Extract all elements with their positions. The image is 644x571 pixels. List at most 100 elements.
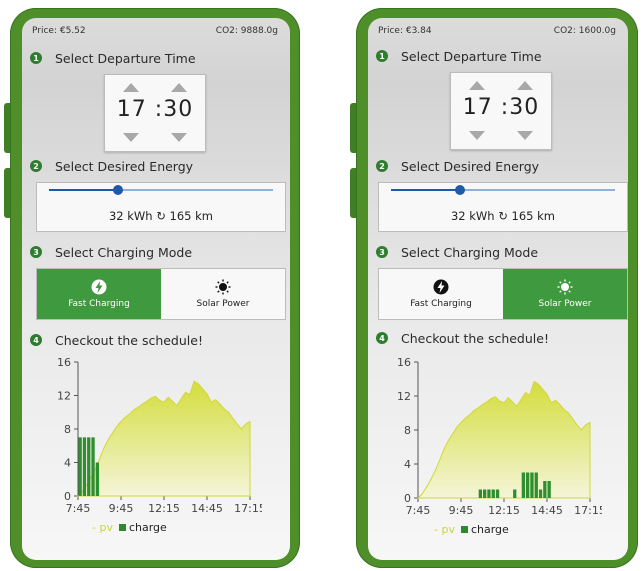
- step-label: Select Departure Time: [55, 50, 196, 66]
- charge-bar: [513, 489, 517, 498]
- legend-charge: charge: [128, 521, 167, 534]
- hour-up-arrow-icon[interactable]: [469, 81, 485, 90]
- x-tick-label: 9:45: [449, 504, 474, 517]
- step-charging-mode: 3 Select Charging Mode: [376, 244, 538, 260]
- phone-screen: Price: €3.84 CO2: 1600.0g 1 Select Depar…: [368, 18, 628, 560]
- solar-power-button[interactable]: Solar Power: [161, 269, 285, 319]
- charging-mode-toggle: Fast Charging Solar Power: [36, 268, 286, 320]
- charge-bar: [487, 489, 491, 498]
- hour-up-arrow-icon[interactable]: [123, 83, 139, 92]
- x-tick-label: 14:45: [191, 502, 223, 515]
- step-label: Select Charging Mode: [401, 244, 539, 260]
- charge-bar: [530, 472, 534, 498]
- charge-bar: [495, 489, 500, 498]
- y-tick-label: 16: [57, 356, 71, 369]
- legend-charge-swatch: [460, 526, 468, 533]
- solar-power-button[interactable]: Solar Power: [503, 269, 627, 319]
- lightning-icon: [433, 279, 449, 295]
- step-label: Select Desired Energy: [401, 158, 540, 174]
- time-picker: 17 :30: [104, 74, 206, 152]
- charge-bar: [82, 437, 87, 496]
- x-tick-label: 17:15: [574, 504, 602, 517]
- time-hour[interactable]: 17: [463, 95, 493, 120]
- status-bar: Price: €3.84 CO2: 1600.0g: [378, 26, 616, 40]
- hour-down-arrow-icon[interactable]: [469, 131, 485, 140]
- x-tick-label: 7:45: [406, 504, 431, 517]
- step-number-3: 3: [376, 246, 388, 258]
- minute-down-arrow-icon[interactable]: [171, 133, 187, 142]
- charge-bar: [91, 437, 95, 496]
- time-picker: 17 :30: [450, 72, 552, 150]
- charge-bar: [478, 489, 482, 498]
- price-label: Price: €3.84: [378, 26, 432, 36]
- x-tick-label: 9:45: [109, 502, 134, 515]
- step-label: Checkout the schedule!: [55, 332, 203, 348]
- pv-area: [416, 380, 591, 499]
- fast-charging-label: Fast Charging: [68, 299, 130, 309]
- charge-bar: [491, 489, 495, 498]
- energy-value: 32 kWh ↻ 165 km: [450, 209, 556, 223]
- phone-screen: Price: €5.52 CO2: 9888.0g 1 Select Depar…: [22, 18, 290, 560]
- step-number-2: 2: [30, 160, 42, 172]
- charge-bar: [78, 437, 82, 496]
- step-number-1: 1: [376, 50, 388, 62]
- charge-bar: [547, 481, 551, 498]
- schedule-chart: 04812167:459:4512:1514:4517:15: [57, 356, 262, 515]
- time-hour[interactable]: 17: [117, 97, 147, 122]
- step-schedule: 4 Checkout the schedule!: [376, 330, 549, 346]
- sun-icon: [557, 279, 573, 295]
- pv-area: [76, 380, 251, 497]
- lightning-icon: [91, 279, 107, 295]
- legend-pv: - pv: [92, 521, 113, 534]
- charging-mode-toggle: Fast Charging Solar Power: [378, 268, 628, 320]
- x-tick-label: 7:45: [66, 502, 91, 515]
- legend-charge-swatch: [118, 524, 126, 531]
- step-number-4: 4: [30, 334, 42, 346]
- step-departure-time: 1 Select Departure Time: [30, 50, 196, 66]
- time-display: 17 :30: [116, 97, 194, 122]
- legend-charge: charge: [470, 523, 509, 536]
- fast-charging-button[interactable]: Fast Charging: [379, 269, 503, 319]
- minute-up-arrow-icon[interactable]: [517, 81, 533, 90]
- step-schedule: 4 Checkout the schedule!: [30, 332, 203, 348]
- y-tick-label: 12: [57, 390, 71, 403]
- step-label: Select Desired Energy: [55, 158, 194, 174]
- phone-right: Price: €3.84 CO2: 1600.0g 1 Select Depar…: [350, 8, 638, 568]
- fast-charging-button[interactable]: Fast Charging: [37, 269, 161, 319]
- y-tick-label: 12: [397, 390, 411, 403]
- minute-down-arrow-icon[interactable]: [517, 131, 533, 140]
- fast-charging-label: Fast Charging: [410, 299, 472, 309]
- charge-bar: [534, 472, 538, 498]
- step-number-1: 1: [30, 52, 42, 64]
- energy-slider-fill: [391, 189, 461, 191]
- step-label: Checkout the schedule!: [401, 330, 549, 346]
- y-tick-label: 4: [404, 458, 411, 471]
- time-minute[interactable]: 30: [509, 95, 539, 120]
- status-bar: Price: €5.52 CO2: 9888.0g: [32, 26, 278, 40]
- step-label: Select Departure Time: [401, 48, 542, 64]
- time-display: 17 :30: [462, 95, 540, 120]
- charge-bar: [543, 481, 547, 498]
- co2-label: CO2: 9888.0g: [215, 26, 278, 36]
- energy-selector: 32 kWh ↻ 165 km: [378, 182, 628, 232]
- step-number-4: 4: [376, 332, 388, 344]
- time-minute[interactable]: 30: [163, 97, 193, 122]
- energy-slider-knob[interactable]: [455, 185, 466, 195]
- x-tick-label: 12:15: [488, 504, 520, 517]
- step-desired-energy: 2 Select Desired Energy: [376, 158, 539, 174]
- minute-up-arrow-icon[interactable]: [171, 83, 187, 92]
- hour-down-arrow-icon[interactable]: [123, 133, 139, 142]
- y-tick-label: 8: [404, 424, 411, 437]
- charge-bar: [526, 472, 530, 498]
- energy-slider-knob[interactable]: [113, 185, 124, 195]
- sun-icon: [215, 279, 231, 295]
- step-label: Select Charging Mode: [55, 244, 193, 260]
- x-tick-label: 17:15: [234, 502, 262, 515]
- phone-left: Price: €5.52 CO2: 9888.0g 1 Select Depar…: [4, 8, 300, 568]
- y-tick-label: 8: [64, 423, 71, 436]
- x-tick-label: 12:15: [148, 502, 180, 515]
- charge-bar: [483, 489, 487, 498]
- step-number-3: 3: [30, 246, 42, 258]
- energy-selector: 32 kWh ↻ 165 km: [36, 182, 286, 232]
- legend-pv: - pv: [434, 523, 455, 536]
